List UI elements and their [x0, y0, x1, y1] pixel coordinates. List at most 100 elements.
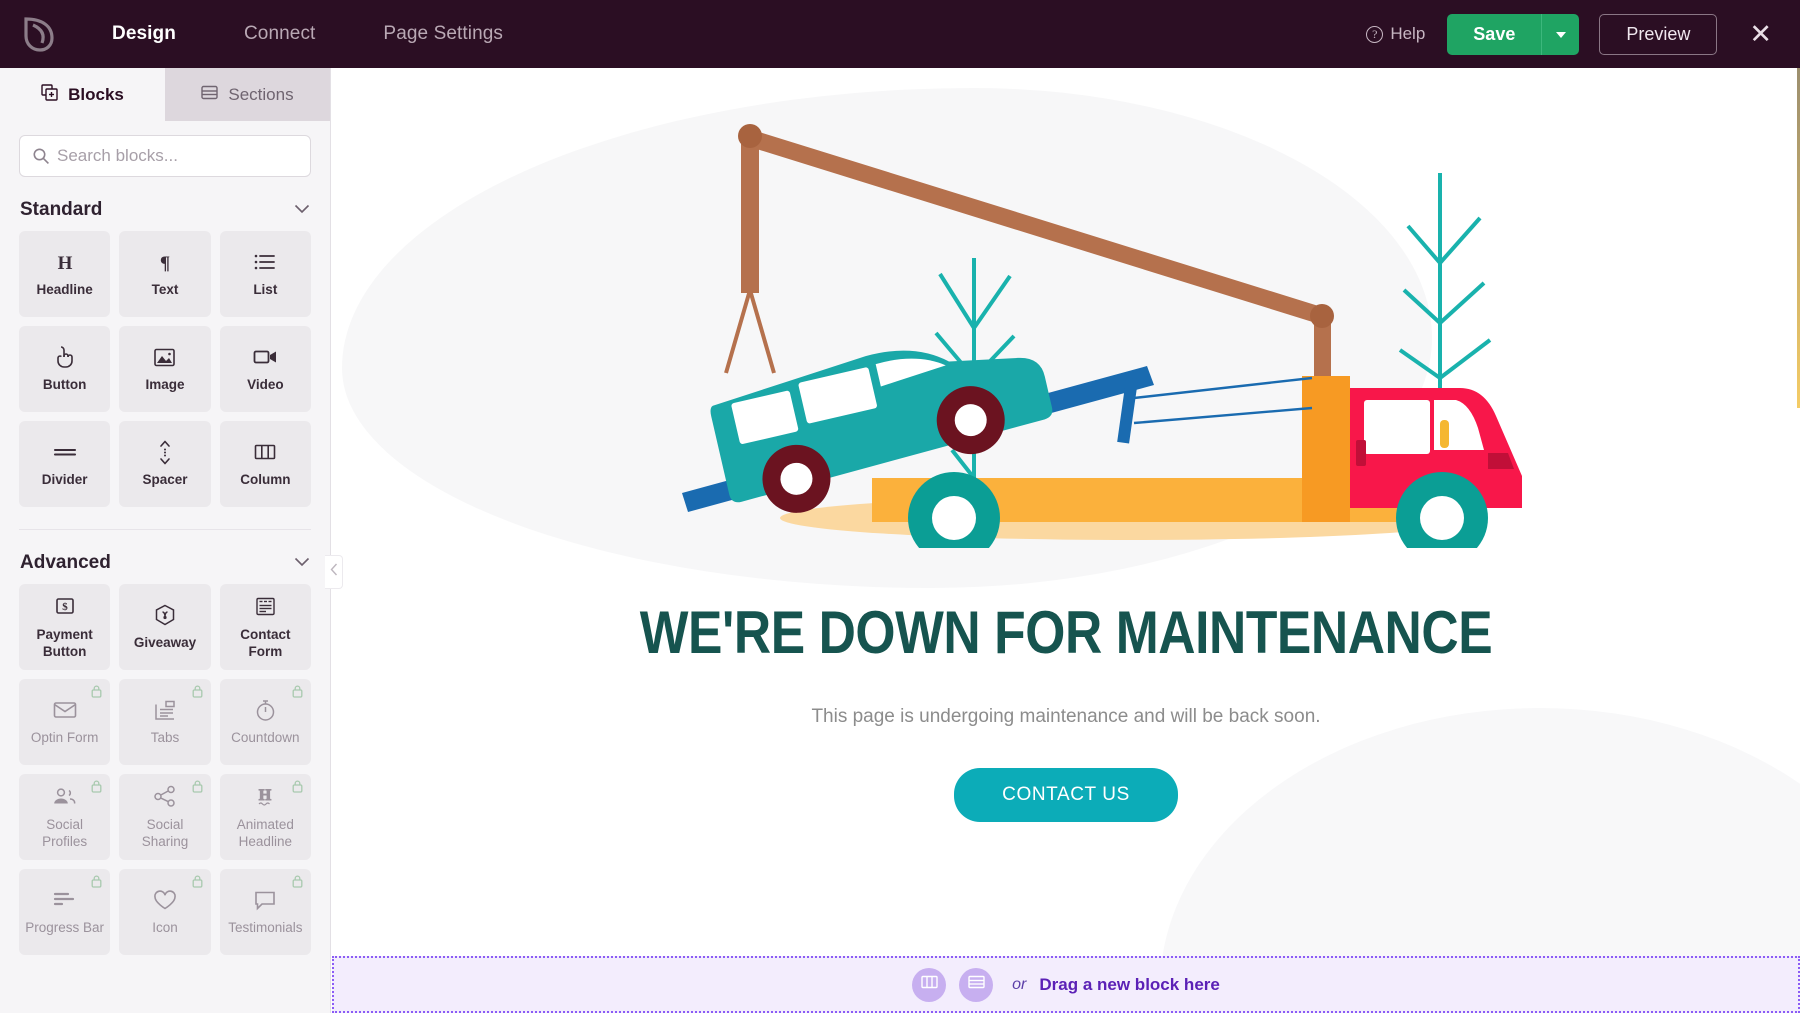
lock-icon: [192, 780, 203, 798]
block-label: Progress Bar: [21, 920, 108, 937]
block-divider[interactable]: Divider: [19, 421, 110, 507]
tow-truck-lifting-car-illustration: [622, 78, 1552, 553]
lock-icon: [292, 685, 303, 703]
sections-icon: [201, 85, 218, 105]
svg-text:H: H: [259, 787, 272, 804]
block-contact-form[interactable]: Contact Form: [220, 584, 311, 670]
sidebar-collapse-toggle[interactable]: [325, 555, 343, 589]
block-label: Social Profiles: [19, 817, 110, 851]
section-header-advanced[interactable]: Advanced: [0, 552, 330, 574]
section-title: Standard: [20, 199, 102, 221]
block-tabs[interactable]: Tabs: [119, 679, 210, 765]
block-spacer[interactable]: Spacer: [119, 421, 210, 507]
tab-blocks[interactable]: Blocks: [0, 68, 165, 121]
chevron-left-icon: [330, 563, 338, 581]
block-label: Payment Button: [19, 627, 110, 661]
svg-text:H: H: [57, 253, 72, 273]
search-container: [0, 121, 330, 177]
add-column-button[interactable]: [912, 968, 946, 1002]
social-profiles-icon: [52, 784, 77, 810]
block-label: Text: [148, 282, 183, 299]
lock-icon: [292, 780, 303, 798]
nav-item-page-settings[interactable]: Page Settings: [349, 0, 537, 68]
preview-button[interactable]: Preview: [1599, 14, 1717, 55]
block-label: Spacer: [138, 472, 191, 489]
block-label: Countdown: [227, 730, 303, 747]
page-headline[interactable]: WE'RE DOWN FOR MAINTENANCE: [435, 598, 1697, 667]
block-label: Video: [243, 377, 288, 394]
image-icon: [153, 344, 176, 370]
share-icon: [153, 784, 176, 810]
sidebar-divider: [19, 529, 311, 530]
standard-blocks-grid: H Headline ¶ Text List: [0, 231, 330, 507]
tab-label: Sections: [228, 85, 293, 105]
main-nav: Design Connect Page Settings: [78, 0, 537, 68]
block-label: Testimonials: [224, 920, 306, 937]
tab-sections[interactable]: Sections: [165, 68, 330, 121]
lock-icon: [192, 685, 203, 703]
envelope-icon: [53, 697, 77, 723]
block-optin-form[interactable]: Optin Form: [19, 679, 110, 765]
chevron-down-icon: [294, 554, 310, 572]
block-payment-button[interactable]: $ Payment Button: [19, 584, 110, 670]
block-giveaway[interactable]: Giveaway: [119, 584, 210, 670]
drag-block-dropzone[interactable]: or Drag a new block here: [332, 956, 1800, 1013]
block-text[interactable]: ¶ Text: [119, 231, 210, 317]
block-label: Giveaway: [130, 635, 200, 652]
add-block-icon: [41, 84, 58, 106]
block-animated-headline[interactable]: H Animated Headline: [220, 774, 311, 860]
block-progress-bar[interactable]: Progress Bar: [19, 869, 110, 955]
block-label: Tabs: [147, 730, 184, 747]
advanced-blocks-grid: $ Payment Button Giveaway: [0, 584, 330, 955]
save-dropdown-button[interactable]: [1541, 14, 1579, 55]
section-header-standard[interactable]: Standard: [0, 199, 330, 221]
block-testimonials[interactable]: Testimonials: [220, 869, 311, 955]
block-label: Optin Form: [27, 730, 103, 747]
sidebar-tabs: Blocks Sections: [0, 68, 330, 121]
dropzone-text: Drag a new block here: [1039, 975, 1219, 995]
contact-us-button[interactable]: CONTACT US: [954, 768, 1178, 822]
tab-label: Blocks: [68, 85, 124, 105]
close-icon[interactable]: ✕: [1743, 21, 1778, 48]
block-social-sharing[interactable]: Social Sharing: [119, 774, 210, 860]
block-label: Divider: [38, 472, 92, 489]
cta-container: CONTACT US: [332, 768, 1800, 822]
search-input[interactable]: [20, 136, 310, 176]
page-subtext[interactable]: This page is undergoing maintenance and …: [332, 706, 1800, 728]
app-logo[interactable]: [0, 0, 78, 68]
block-icon[interactable]: Icon: [119, 869, 210, 955]
lock-icon: [91, 685, 102, 703]
block-countdown[interactable]: Countdown: [220, 679, 311, 765]
stopwatch-icon: [255, 697, 276, 723]
payment-dollar-icon: $: [54, 594, 76, 620]
block-image[interactable]: Image: [119, 326, 210, 412]
nav-item-connect[interactable]: Connect: [210, 0, 349, 68]
tabs-icon: [154, 697, 176, 723]
top-bar-actions: ? Help Save Preview ✕: [1366, 0, 1800, 68]
divider-icon: [53, 439, 77, 465]
add-section-button[interactable]: [959, 968, 993, 1002]
block-column[interactable]: Column: [220, 421, 311, 507]
nav-item-design[interactable]: Design: [78, 0, 210, 68]
lock-icon: [91, 780, 102, 798]
nav-label: Connect: [244, 23, 315, 45]
block-label: Column: [236, 472, 294, 489]
block-social-profiles[interactable]: Social Profiles: [19, 774, 110, 860]
block-video[interactable]: Video: [220, 326, 311, 412]
search-box[interactable]: [19, 135, 311, 177]
help-button[interactable]: ? Help: [1366, 24, 1425, 44]
help-label: Help: [1390, 24, 1425, 44]
leaf-logo-icon: [22, 16, 56, 52]
save-button-group: Save: [1447, 14, 1579, 55]
block-list[interactable]: List: [220, 231, 311, 317]
spacer-arrows-icon: [157, 439, 173, 465]
block-headline[interactable]: H Headline: [19, 231, 110, 317]
nav-label: Design: [112, 23, 176, 45]
list-icon: [254, 249, 276, 275]
blocks-sidebar: Blocks Sections Standard: [0, 68, 331, 1013]
svg-text:$: $: [62, 601, 68, 613]
block-button[interactable]: Button: [19, 326, 110, 412]
page-canvas[interactable]: WE'RE DOWN FOR MAINTENANCE This page is …: [332, 68, 1800, 1013]
save-button[interactable]: Save: [1447, 14, 1541, 55]
block-label: Animated Headline: [220, 817, 311, 851]
